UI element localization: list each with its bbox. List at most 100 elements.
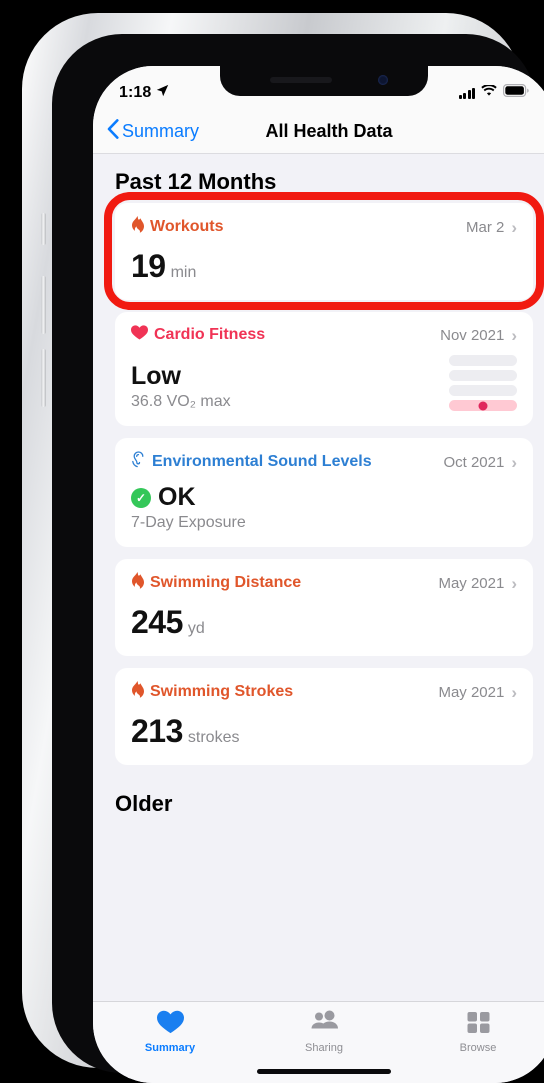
status-badge: ✓ OK — [131, 483, 246, 512]
card-body: ✓ OK 7-Day Exposure — [131, 483, 517, 532]
tab-sharing[interactable]: Sharing — [247, 1010, 401, 1054]
swimming-distance-card[interactable]: Swimming Distance May 2021 › 245 yd — [115, 559, 533, 656]
card-header: Environmental Sound Levels Oct 2021 › — [131, 451, 517, 473]
card-title-group: Cardio Fitness — [131, 325, 265, 345]
card-title: Cardio Fitness — [154, 326, 266, 343]
card-title: Environmental Sound Levels — [152, 453, 372, 470]
level-marker-dot — [478, 401, 488, 410]
checkmark-circle-icon: ✓ — [131, 487, 151, 508]
card-body: 213 strokes — [131, 713, 517, 750]
card-value-group: Low 36.8 VO₂ max — [131, 362, 231, 411]
section-header-past-12-months: Past 12 Months — [115, 169, 277, 194]
card-meta: May 2021 › — [438, 684, 517, 701]
card-value-group: ✓ OK 7-Day Exposure — [131, 483, 246, 532]
health-data-list[interactable]: Past 12 Months Workouts Mar 2 › 19 min C… — [93, 155, 544, 1001]
phone-bezel: 1:18 Summary All Health Data Past 12 Mon… — [52, 34, 544, 1083]
chevron-right-icon: › — [511, 682, 517, 702]
front-camera-icon — [378, 75, 388, 85]
heart-filled-icon — [156, 1010, 184, 1039]
chevron-right-icon: › — [511, 217, 517, 237]
card-header: Swimming Distance May 2021 › — [131, 572, 517, 594]
status-bar-left: 1:18 — [119, 84, 169, 102]
earpiece-speaker — [270, 77, 332, 83]
card-header: Cardio Fitness Nov 2021 › — [131, 325, 517, 345]
card-body: Low 36.8 VO₂ max — [131, 355, 517, 411]
volume-down-button[interactable] — [41, 349, 46, 407]
card-meta: Oct 2021 › — [443, 454, 517, 471]
card-meta: May 2021 › — [438, 575, 517, 592]
card-title-group: Swimming Strokes — [131, 681, 293, 703]
tab-browse[interactable]: Browse — [401, 1010, 544, 1054]
card-title: Swimming Distance — [150, 574, 302, 591]
status-bar-right — [458, 84, 530, 102]
level-bar-above-average — [449, 370, 517, 381]
volume-up-button[interactable] — [41, 276, 46, 334]
card-subtext: 36.8 VO₂ max — [131, 393, 231, 410]
navigation-bar: Summary All Health Data — [93, 110, 544, 154]
wifi-icon — [481, 84, 497, 102]
card-value-word: Low — [131, 362, 181, 390]
heart-icon — [131, 325, 148, 345]
flame-icon — [131, 681, 144, 703]
level-bar-high — [449, 355, 517, 366]
silent-switch[interactable] — [41, 213, 46, 245]
card-title-group: Environmental Sound Levels — [131, 451, 372, 473]
chevron-right-icon: › — [511, 573, 517, 593]
card-body: 19 min — [131, 248, 517, 285]
ear-icon — [131, 451, 146, 473]
card-subtext: 7-Day Exposure — [131, 514, 246, 531]
people-icon — [309, 1010, 339, 1039]
card-unit: strokes — [187, 729, 240, 746]
swimming-strokes-card[interactable]: Swimming Strokes May 2021 › 213 strokes — [115, 668, 533, 765]
phone-screen: 1:18 Summary All Health Data Past 12 Mon… — [93, 66, 544, 1083]
flame-icon — [131, 216, 144, 238]
phone-frame: 1:18 Summary All Health Data Past 12 Mon… — [22, 13, 544, 1083]
card-value: 213 — [131, 713, 183, 749]
card-title: Swimming Strokes — [150, 683, 294, 700]
card-unit: yd — [187, 620, 205, 637]
chevron-left-icon — [107, 119, 119, 144]
workouts-card[interactable]: Workouts Mar 2 › 19 min — [115, 203, 533, 300]
card-meta: Nov 2021 › — [440, 327, 517, 344]
flame-icon — [131, 572, 144, 594]
tab-summary[interactable]: Summary — [93, 1010, 247, 1054]
card-unit: min — [170, 264, 197, 281]
back-button-summary[interactable]: Summary — [107, 119, 199, 144]
status-time: 1:18 — [119, 84, 152, 101]
card-date: Nov 2021 — [440, 326, 505, 344]
location-arrow-icon — [156, 84, 169, 102]
card-header: Workouts Mar 2 › — [131, 216, 517, 238]
card-value: 19 — [131, 248, 166, 284]
home-indicator[interactable] — [257, 1069, 391, 1074]
environmental-sound-levels-card[interactable]: Environmental Sound Levels Oct 2021 › ✓ … — [115, 438, 533, 547]
chevron-right-icon: › — [511, 452, 517, 472]
card-date: Oct 2021 — [443, 453, 505, 471]
card-body: 245 yd — [131, 604, 517, 641]
card-date: Mar 2 — [465, 218, 505, 236]
level-bar-below-average — [449, 385, 517, 396]
section-header-older: Older — [115, 791, 173, 816]
tab-label: Sharing — [305, 1042, 343, 1054]
back-button-label: Summary — [122, 121, 200, 141]
notch — [220, 66, 428, 96]
grid-squares-icon — [466, 1010, 491, 1039]
card-value-row: 213 strokes — [131, 713, 239, 750]
tab-label: Browse — [459, 1042, 497, 1054]
chevron-right-icon: › — [511, 325, 517, 345]
card-status-text: OK — [158, 483, 196, 511]
card-date: May 2021 — [438, 574, 505, 592]
card-header: Swimming Strokes May 2021 › — [131, 681, 517, 703]
level-bar-low — [449, 400, 517, 411]
card-title-group: Workouts — [131, 216, 223, 238]
card-meta: Mar 2 › — [466, 219, 517, 236]
card-value-row: 245 yd — [131, 604, 205, 641]
card-date: May 2021 — [438, 683, 505, 701]
cardio-level-indicator — [449, 355, 517, 411]
cardio-fitness-card[interactable]: Cardio Fitness Nov 2021 › Low 36.8 VO₂ m… — [115, 312, 533, 426]
cellular-signal-icon — [458, 87, 475, 99]
card-title-group: Swimming Distance — [131, 572, 301, 594]
card-title: Workouts — [150, 218, 224, 235]
tab-label: Summary — [144, 1042, 196, 1054]
card-value-row: 19 min — [131, 248, 196, 285]
battery-icon — [503, 84, 529, 102]
